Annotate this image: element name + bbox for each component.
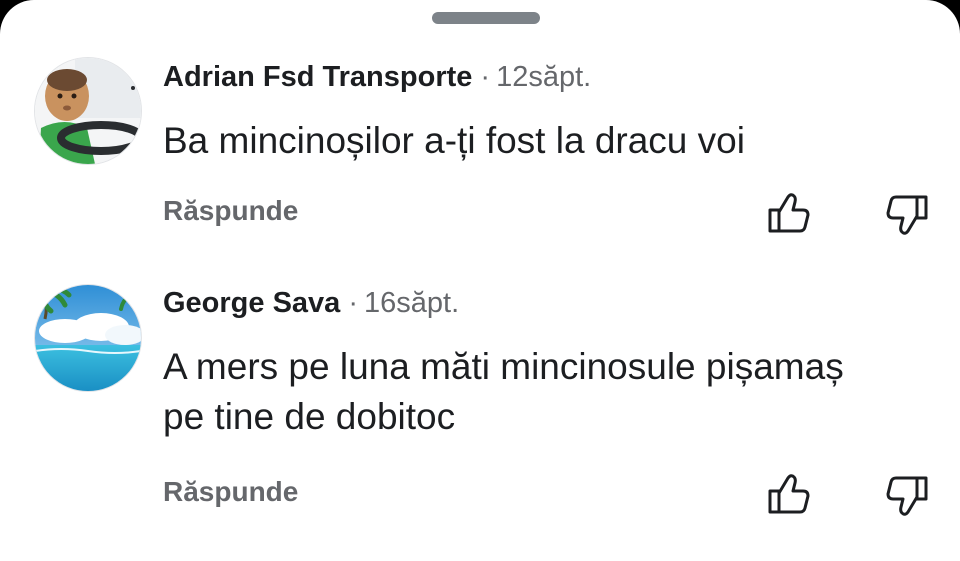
comment-meta: George Sava · 16săpt. xyxy=(163,285,459,321)
comment-text: Ba mincinoșilor a-ți fost la dracu voi xyxy=(163,120,745,161)
comments-sheet: Adrian Fsd Transporte · 12săpt. Ba mincino… xyxy=(0,0,960,561)
reply-button[interactable]: Răspunde xyxy=(163,194,298,228)
comment-meta: Adrian Fsd Transporte · 12săpt. xyxy=(163,59,591,95)
beach-palm-avatar-icon xyxy=(35,285,141,391)
upvote-button[interactable] xyxy=(766,190,812,236)
drag-handle[interactable] xyxy=(432,12,540,24)
author-name[interactable]: George Sava xyxy=(163,287,340,319)
author-avatar[interactable] xyxy=(34,284,142,392)
comment-time[interactable]: 16săpt. xyxy=(364,287,459,319)
thumbs-up-outline-icon xyxy=(768,193,810,233)
meta-separator: · xyxy=(480,61,491,93)
author-avatar[interactable] xyxy=(34,57,142,165)
downvote-button[interactable] xyxy=(884,473,930,519)
comment-text: A mers pe luna măti mincinosule pișamaș … xyxy=(163,346,844,437)
thumbs-down-outline-icon xyxy=(886,476,928,516)
thumbs-up-outline-icon xyxy=(768,474,810,514)
author-name[interactable]: Adrian Fsd Transporte xyxy=(163,61,472,93)
thumbs-down-outline-icon xyxy=(886,195,928,235)
reply-button[interactable]: Răspunde xyxy=(163,475,298,509)
child-driving-avatar-icon xyxy=(35,58,141,164)
meta-separator: · xyxy=(348,287,358,319)
downvote-button[interactable] xyxy=(884,192,930,238)
upvote-button[interactable] xyxy=(766,471,812,517)
comment-time[interactable]: 12săpt. xyxy=(496,61,591,93)
